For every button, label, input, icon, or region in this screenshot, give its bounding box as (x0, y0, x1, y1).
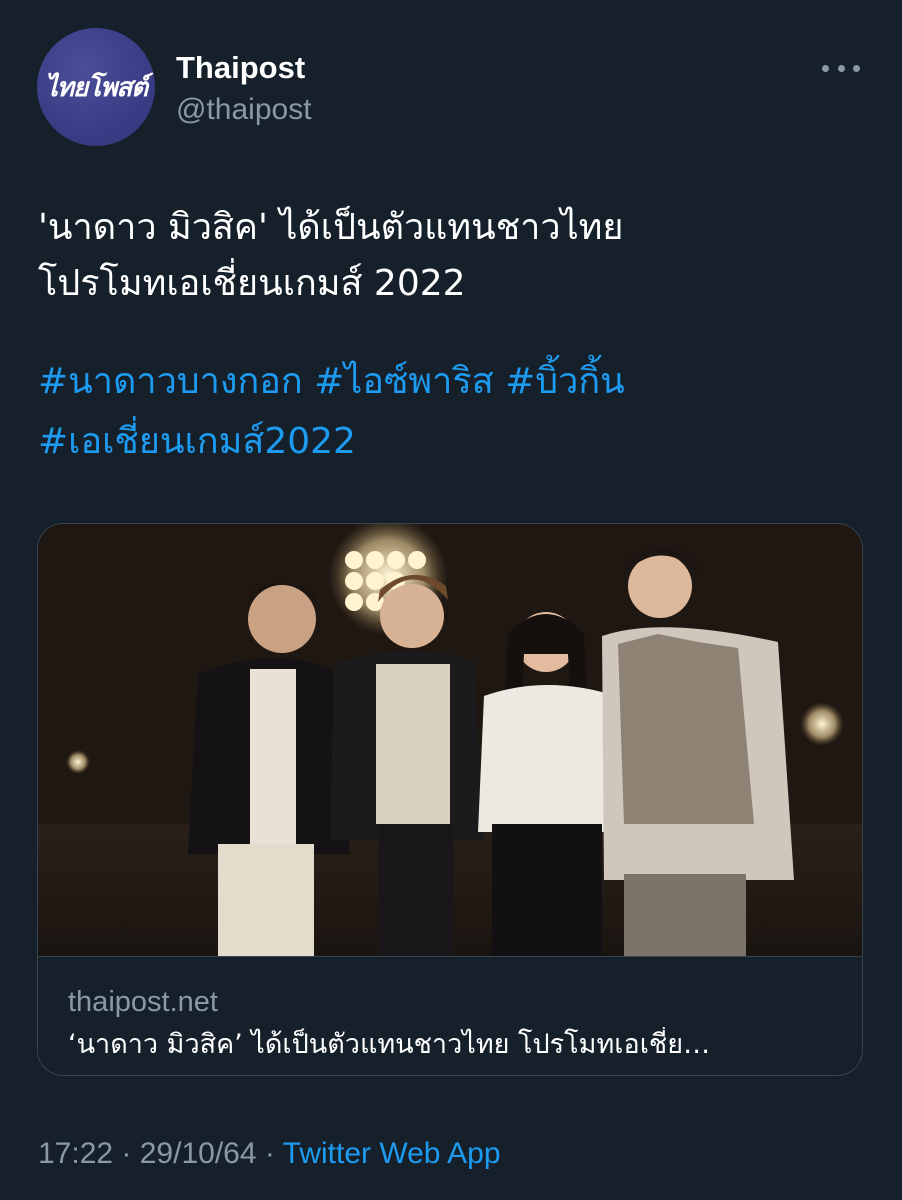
card-title: ‘นาดาว มิวสิค’ ได้เป็นตัวแทนชาวไทย โปรโม… (68, 1029, 711, 1060)
more-dots-icon[interactable] (818, 56, 864, 80)
tweet-time[interactable]: 17:22 (38, 1137, 113, 1170)
hashtag-link[interactable]: #ไอซ์พาริส (314, 361, 494, 402)
footer-separator: · (256, 1137, 283, 1170)
dot (822, 64, 829, 72)
tweet-text-line: 'นาดาว มิวสิค' ได้เป็นตัวแทนชาวไทย (38, 207, 624, 248)
card-domain: thaipost.net (68, 986, 218, 1018)
hashtag-link[interactable]: #นาดาวบางกอก (38, 361, 303, 402)
card-meta: thaipost.net ‘นาดาว มิวสิค’ ได้เป็นตัวแท… (38, 956, 862, 1075)
hashtag-link[interactable]: #เอเชี่ยนเกมส์2022 (38, 421, 356, 462)
card-image (38, 524, 862, 956)
link-card[interactable]: thaipost.net ‘นาดาว มิวสิค’ ได้เป็นตัวแท… (37, 523, 863, 1076)
hashtags: #นาดาวบางกอก #ไอซ์พาริส #บิ้วกิ้น #เอเชี… (38, 352, 858, 472)
tweet-text-line: โปรโมทเอเชี่ยนเกมส์ 2022 (38, 263, 466, 304)
author-handle[interactable]: @thaipost (176, 92, 312, 128)
tweet-footer: 17:22 · 29/10/64 · Twitter Web App (38, 1134, 501, 1174)
tweet: ไทยโพสต์ Thaipost @thaipost 'นาดาว มิวสิ… (0, 0, 902, 1200)
hashtag-link[interactable]: #บิ้วกิ้น (505, 361, 625, 402)
tweet-text: 'นาดาว มิวสิค' ได้เป็นตัวแทนชาวไทย โปรโม… (38, 200, 858, 312)
footer-separator: · (113, 1137, 140, 1170)
avatar-logo: ไทยโพสต์ (44, 72, 148, 103)
tweet-date[interactable]: 29/10/64 (140, 1137, 257, 1170)
author-display-name[interactable]: Thaipost (176, 50, 305, 86)
dot (837, 64, 845, 72)
card-photo (38, 524, 862, 956)
avatar[interactable]: ไทยโพสต์ (37, 28, 155, 146)
dot (853, 64, 860, 72)
tweet-source-link[interactable]: Twitter Web App (283, 1137, 501, 1170)
